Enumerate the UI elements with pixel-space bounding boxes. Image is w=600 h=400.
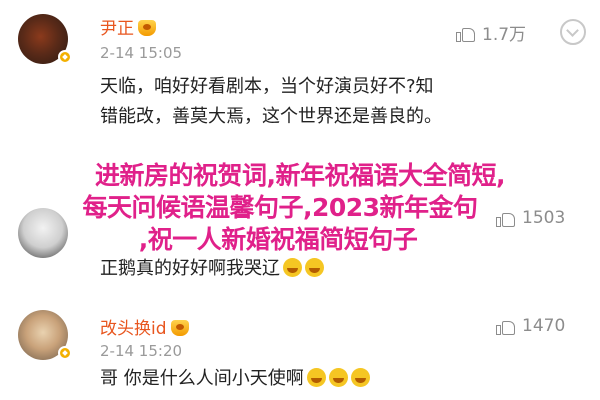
vip-badge-icon	[138, 20, 156, 36]
comment-text: 天临，咱好好看剧本，当个好演员好不?知 错能改，善莫大焉，这个世界还是善良的。	[100, 72, 442, 132]
comment-line: 天临，咱好好看剧本，当个好演员好不?知	[100, 76, 434, 97]
like-count: 1.7万	[482, 25, 527, 45]
crying-emoji-icon	[283, 258, 302, 277]
comment-text: 正鹅真的好好啊我哭辽	[100, 254, 324, 284]
crown-badge-icon	[58, 346, 72, 360]
crying-emoji-icon	[305, 258, 324, 277]
crying-emoji-icon	[350, 368, 370, 387]
comment-item: 改头换id 2-14 15:20 1470 哥 你是什么人间小天使啊	[0, 300, 600, 400]
comment-line: 错能改，善莫大焉，这个世界还是善良的。	[100, 106, 442, 127]
overlay-title-line: 每天问候语温馨句子,2023新年金句	[82, 193, 478, 222]
overlay-title-line: ,祝一人新婚祝福简短句子	[138, 225, 418, 254]
username[interactable]: 尹正	[100, 14, 156, 39]
vip-badge-icon	[170, 320, 189, 336]
comment-line: 哥 你是什么人间小天使啊	[100, 368, 304, 389]
comment-time: 2-14 15:20	[100, 342, 183, 360]
comment-time: 2-14 15:05	[100, 44, 183, 62]
comment-line: 正鹅真的好好啊我哭辽	[100, 258, 280, 279]
username[interactable]: 改头换id	[100, 314, 189, 339]
crown-badge-icon	[58, 50, 72, 64]
like-button[interactable]: 1470	[496, 316, 565, 336]
comment-item: 尹正 2-14 15:05 1.7万 天临，咱好好看剧本，当个好演员好不?知 错…	[0, 0, 600, 140]
overlay-title-line: 进新房的祝贺词,新年祝福语大全简短,	[95, 161, 506, 190]
crying-emoji-icon	[306, 368, 326, 387]
more-chevron-icon[interactable]	[560, 19, 586, 45]
like-button[interactable]: 1.7万	[456, 20, 526, 45]
like-thumb-icon	[456, 24, 476, 42]
like-thumb-icon	[496, 317, 516, 335]
crying-emoji-icon	[328, 368, 348, 387]
comment-text: 哥 你是什么人间小天使啊	[100, 364, 370, 394]
like-count: 1470	[522, 316, 566, 336]
